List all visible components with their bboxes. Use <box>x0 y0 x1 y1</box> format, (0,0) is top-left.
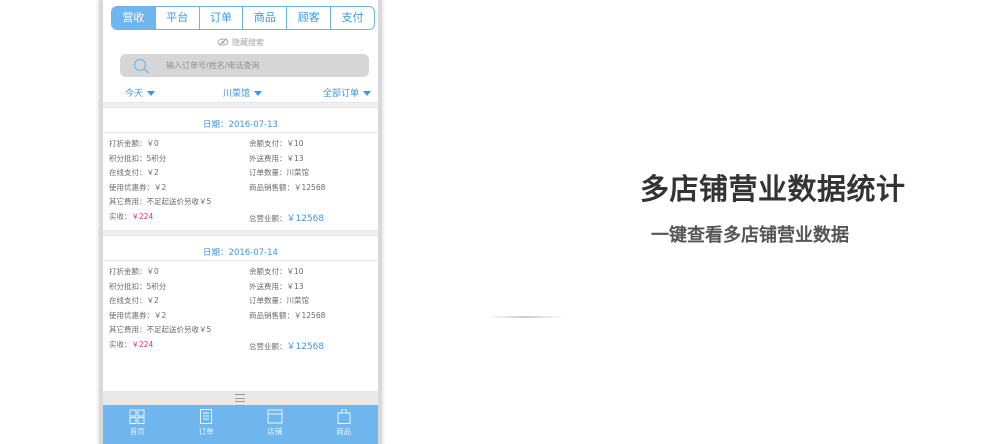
promo-subline: 一键查看多店铺营业数据 <box>651 225 849 246</box>
search-input[interactable] <box>166 54 361 77</box>
coupon-used: 使用优惠券：￥2 <box>109 310 167 320</box>
chevron-down-icon <box>147 91 156 96</box>
menu-lines-icon <box>235 394 245 402</box>
daily-record-card[interactable]: 日期：2016-07-13 打折金额：￥0 余额支付：￥10 积分抵扣：5积分 外送… <box>103 117 378 225</box>
promo-canvas: 营收 平台 订单 商品 顾客 支付 隐藏搜索 今天 川菜馆 全部订单 <box>0 0 1003 444</box>
balance-payment: 余额支付：￥10 <box>249 139 304 148</box>
total-revenue-label: 总营业额： <box>249 213 287 223</box>
grid-icon <box>129 409 145 424</box>
order-filter[interactable]: 全部订单 <box>323 86 372 99</box>
points-deduction: 积分抵扣：5积分 <box>109 153 167 163</box>
actual-received-label: 实收： <box>109 211 132 221</box>
total-revenue-value: ￥12568 <box>286 341 325 352</box>
total-revenue-label: 总营业额： <box>249 341 287 351</box>
hide-search-toggle[interactable]: 隐藏搜索 <box>103 37 378 48</box>
daily-record-card[interactable]: 日期：2016-07-14 打折金额：￥0 余额支付：￥10 积分抵扣：5积分 外送… <box>103 245 378 353</box>
nav-store-label: 店铺 <box>267 427 283 436</box>
eye-slash-icon <box>217 37 229 48</box>
phone-frame: 营收 平台 订单 商品 顾客 支付 隐藏搜索 今天 川菜馆 全部订单 <box>99 0 382 444</box>
tab-orders[interactable]: 订单 <box>200 7 244 29</box>
date-filter[interactable]: 今天 <box>125 86 156 99</box>
order-filter-label: 全部订单 <box>323 89 360 99</box>
product-sales: 商品销售额：￥12568 <box>249 182 326 192</box>
search-box <box>120 54 369 77</box>
promo-headline: 多店铺营业数据统计 <box>640 172 906 206</box>
chevron-down-icon <box>363 91 372 96</box>
points-deduction: 积分抵扣：5积分 <box>109 281 167 291</box>
product-sales: 商品销售额：￥12568 <box>249 310 326 320</box>
tab-platform[interactable]: 平台 <box>156 7 200 29</box>
record-date: 日期：2016-07-14 <box>103 245 378 261</box>
store-filter[interactable]: 川菜馆 <box>223 86 263 99</box>
bottom-navbar: 首页 订单 店铺 商品 <box>103 405 378 444</box>
nav-home[interactable]: 首页 <box>103 405 172 444</box>
decorative-shadow <box>486 316 566 318</box>
section-divider <box>103 230 378 236</box>
discount-amount: 打折金额：￥0 <box>109 267 159 276</box>
actual-received-value: ￥224 <box>131 211 154 221</box>
discount-amount: 打折金额：￥0 <box>109 139 159 148</box>
document-icon <box>200 409 213 424</box>
actual-received-label: 实收： <box>109 339 132 349</box>
actual-received-value: ￥224 <box>131 339 154 349</box>
chevron-down-icon <box>254 91 263 96</box>
delivery-fee: 外送费用：￥13 <box>249 153 304 163</box>
pull-handle-bar[interactable] <box>103 391 378 405</box>
nav-products-label: 商品 <box>336 427 352 436</box>
search-icon <box>133 58 151 78</box>
delivery-fee: 外送费用：￥13 <box>249 281 304 291</box>
balance-payment: 余额支付：￥10 <box>249 267 304 276</box>
record-date: 日期：2016-07-13 <box>103 117 378 133</box>
store-icon <box>267 409 283 424</box>
online-payment: 在线支付：￥2 <box>109 296 159 305</box>
hide-search-label: 隐藏搜索 <box>232 38 264 47</box>
order-count: 订单数量：川菜馆 <box>249 168 309 177</box>
nav-products[interactable]: 商品 <box>309 405 378 444</box>
nav-orders[interactable]: 订单 <box>172 405 241 444</box>
tab-customers[interactable]: 顾客 <box>287 7 332 29</box>
online-payment: 在线支付：￥2 <box>109 168 159 177</box>
nav-home-label: 首页 <box>129 427 145 436</box>
coupon-used: 使用优惠券：￥2 <box>109 182 167 192</box>
nav-store[interactable]: 店铺 <box>241 405 310 444</box>
section-divider <box>103 102 378 108</box>
other-fees: 其它费用：不足起送价另收￥5 <box>109 325 212 334</box>
phone-screen: 营收 平台 订单 商品 顾客 支付 隐藏搜索 今天 川菜馆 全部订单 <box>103 0 378 444</box>
bag-icon <box>337 409 351 424</box>
order-count: 订单数量：川菜馆 <box>249 296 309 305</box>
tab-products[interactable]: 商品 <box>243 7 288 29</box>
nav-orders-label: 订单 <box>198 427 214 436</box>
store-filter-label: 川菜馆 <box>223 89 251 99</box>
date-filter-label: 今天 <box>125 89 144 99</box>
tab-payment[interactable]: 支付 <box>331 7 374 29</box>
total-revenue-value: ￥12568 <box>286 213 325 224</box>
category-tabs: 营收 平台 订单 商品 顾客 支付 <box>111 6 375 30</box>
tab-revenue[interactable]: 营收 <box>112 7 156 29</box>
other-fees: 其它费用：不足起送价另收￥5 <box>109 197 212 206</box>
